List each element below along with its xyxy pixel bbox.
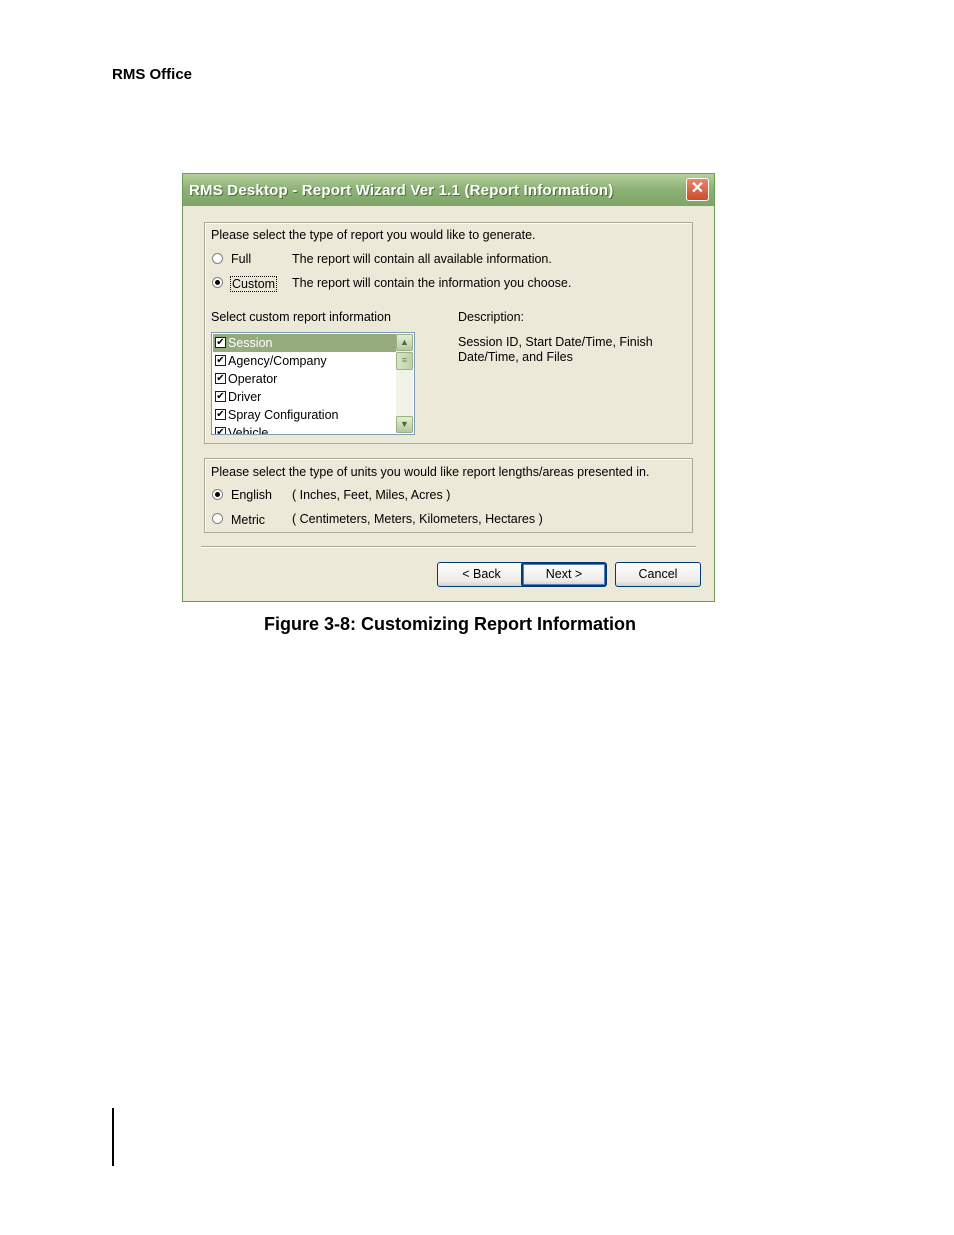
description-text-line2: Date/Time, and Files (458, 350, 573, 364)
dialog-client-area: Please select the type of report you wou… (187, 206, 710, 597)
units-prompt: Please select the type of units you woul… (211, 465, 650, 479)
checkbox-spray-configuration[interactable]: ✔ (215, 409, 226, 420)
full-radio-label[interactable]: Full (231, 252, 251, 266)
figure-caption: Figure 3-8: Customizing Report Informati… (264, 614, 636, 634)
full-radio[interactable] (212, 253, 223, 264)
list-item-session[interactable]: ✔ Session (213, 334, 396, 352)
close-icon[interactable]: ✕ (686, 178, 709, 201)
checkbox-agency[interactable]: ✔ (215, 355, 226, 366)
units-group: Please select the type of units you woul… (204, 458, 693, 533)
checkbox-session[interactable]: ✔ (215, 337, 226, 348)
scroll-up-icon[interactable]: ▲ (396, 334, 413, 351)
checkbox-driver[interactable]: ✔ (215, 391, 226, 402)
button-separator (201, 546, 696, 548)
running-head: RMS Office (112, 66, 193, 83)
report-type-prompt: Please select the type of report you wou… (211, 228, 536, 242)
metric-radio[interactable] (212, 513, 223, 524)
custom-radio[interactable] (212, 277, 223, 288)
description-text-line1: Session ID, Start Date/Time, Finish (458, 335, 653, 349)
window-title: RMS Desktop - Report Wizard Ver 1.1 (Rep… (189, 182, 614, 199)
custom-info-listbox[interactable]: ✔ Session ✔ Agency/Company ✔ Operator ✔ … (211, 332, 415, 435)
back-button[interactable]: < Back (437, 562, 526, 587)
custom-info-label: Select custom report information (211, 310, 391, 324)
next-button[interactable]: Next > (521, 562, 607, 587)
list-item-operator[interactable]: ✔ Operator (213, 370, 396, 388)
scroll-thumb[interactable]: ≡ (396, 352, 413, 370)
title-bar[interactable]: RMS Desktop - Report Wizard Ver 1.1 (Rep… (183, 174, 714, 206)
custom-description: The report will contain the information … (292, 276, 572, 290)
english-radio-label[interactable]: English (231, 488, 272, 502)
scroll-down-icon[interactable]: ▼ (396, 416, 413, 433)
english-units-description: ( Inches, Feet, Miles, Acres ) (292, 488, 451, 502)
full-description: The report will contain all available in… (292, 252, 552, 266)
report-wizard-window: RMS Desktop - Report Wizard Ver 1.1 (Rep… (182, 173, 715, 602)
metric-units-description: ( Centimeters, Meters, Kilometers, Hecta… (292, 512, 543, 526)
listbox-scrollbar[interactable]: ▲ ≡ ▼ (396, 334, 413, 433)
cancel-button[interactable]: Cancel (615, 562, 701, 587)
description-label: Description: (458, 310, 524, 324)
list-item-vehicle[interactable]: ✔ Vehicle (213, 424, 396, 434)
custom-radio-label[interactable]: Custom (230, 276, 278, 292)
margin-rule (112, 1108, 114, 1166)
checkbox-vehicle[interactable]: ✔ (215, 427, 226, 434)
list-item-agency[interactable]: ✔ Agency/Company (213, 352, 396, 370)
list-item-spray-configuration[interactable]: ✔ Spray Configuration (213, 406, 396, 424)
list-item-driver[interactable]: ✔ Driver (213, 388, 396, 406)
checkbox-operator[interactable]: ✔ (215, 373, 226, 384)
english-radio[interactable] (212, 489, 223, 500)
report-type-group: Please select the type of report you wou… (204, 222, 693, 444)
metric-radio-label[interactable]: Metric (231, 513, 265, 527)
